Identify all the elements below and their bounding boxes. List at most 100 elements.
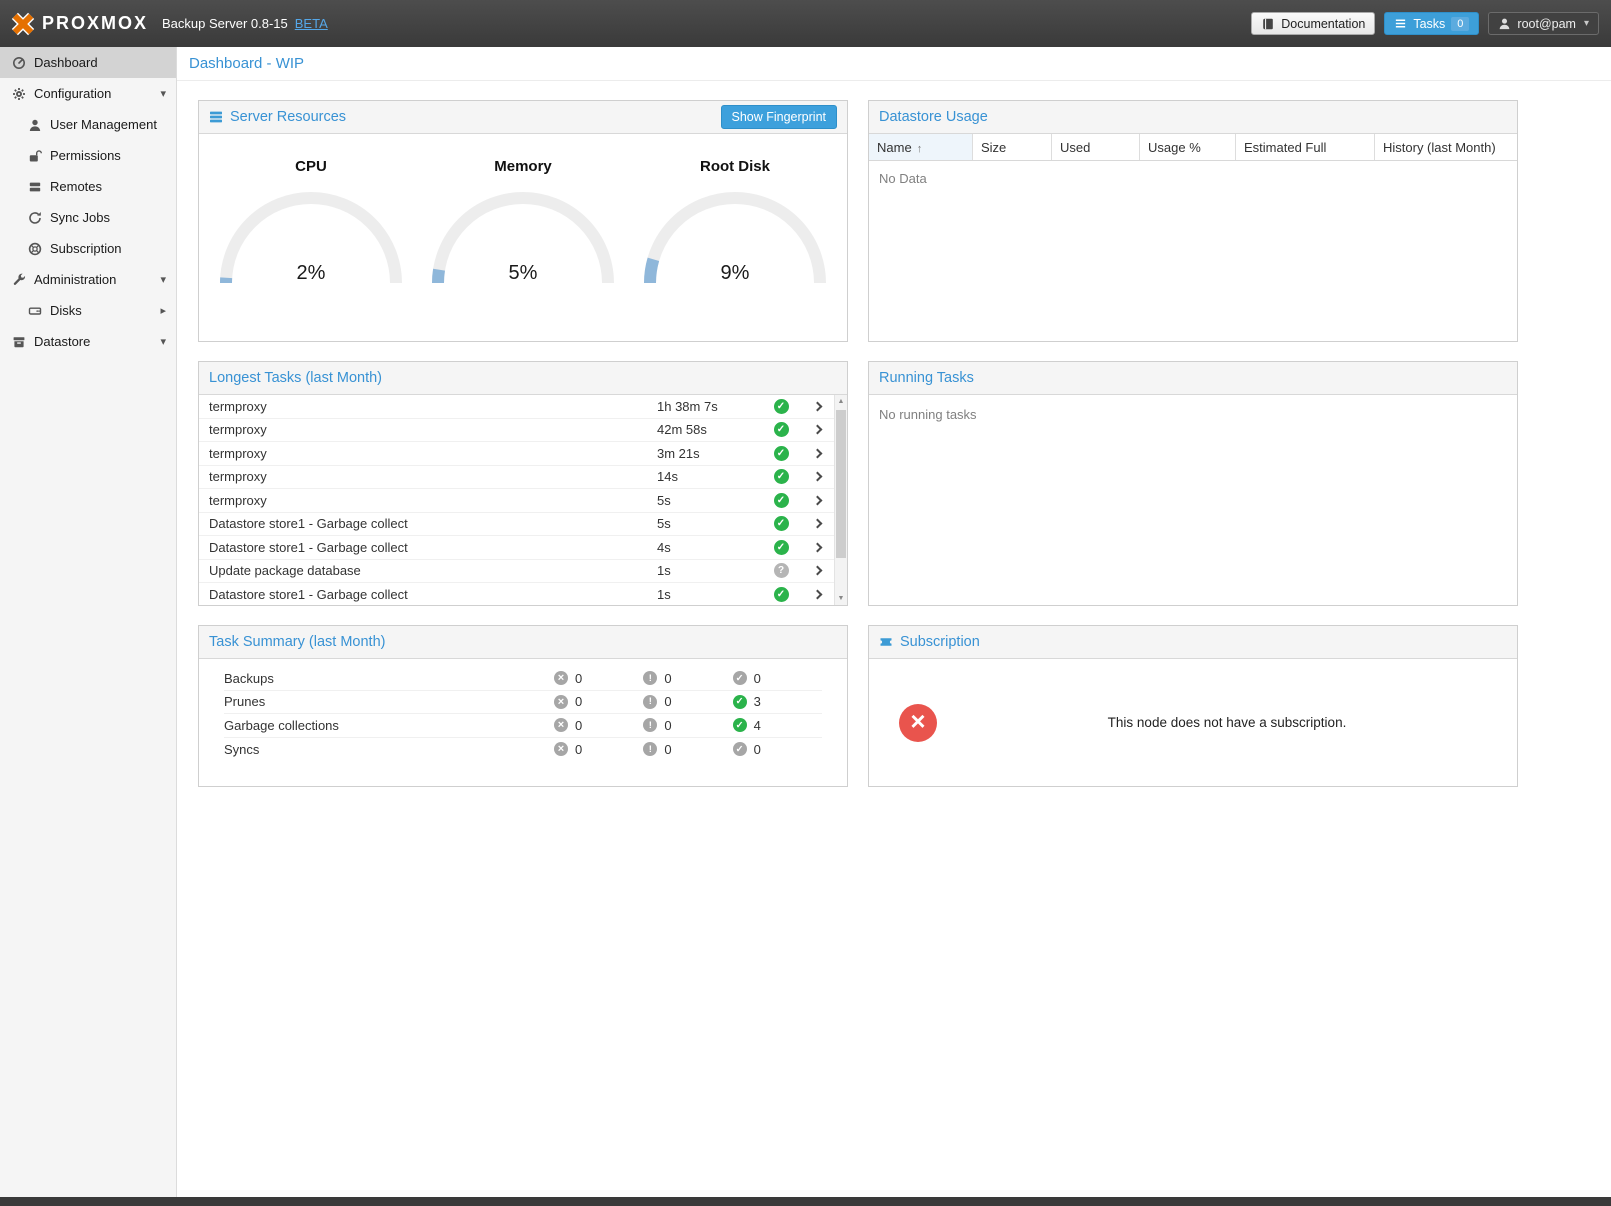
task-status-icon	[774, 587, 789, 602]
scroll-up-button[interactable]	[835, 395, 847, 408]
user-icon	[28, 118, 42, 132]
chevron-right-icon[interactable]	[160, 304, 166, 317]
brand-wordmark: PROXMOX	[42, 13, 148, 34]
ok-count: 4	[754, 718, 761, 733]
sidebar-item-label: Subscription	[50, 241, 122, 256]
task-row[interactable]: termproxy 14s	[199, 466, 834, 490]
task-row[interactable]: termproxy 42m 58s	[199, 419, 834, 443]
server-resources-panel: Server Resources Show Fingerprint CPU 2%	[198, 100, 848, 342]
task-summary-header: Task Summary (last Month)	[199, 626, 847, 659]
chevron-right-icon	[812, 472, 822, 482]
task-row[interactable]: termproxy 5s	[199, 489, 834, 513]
task-row[interactable]: Update package database 1s	[199, 560, 834, 584]
warning-icon	[643, 718, 657, 732]
task-name: Datastore store1 - Garbage collect	[209, 516, 657, 531]
sidebar-item-user-management[interactable]: User Management	[0, 109, 176, 140]
chevron-down-icon[interactable]	[160, 273, 166, 286]
chevron-right-icon	[812, 566, 822, 576]
column-header-usage-pct[interactable]: Usage %	[1140, 134, 1236, 160]
task-row[interactable]: Datastore store1 - Garbage collect 5s	[199, 513, 834, 537]
sidebar-item-sync-jobs[interactable]: Sync Jobs	[0, 202, 176, 233]
top-bar: PROXMOX Backup Server 0.8-15 BETA Docume…	[0, 0, 1611, 47]
open-task-button[interactable]	[800, 497, 834, 504]
chevron-down-icon[interactable]	[160, 335, 166, 348]
scrollbar[interactable]	[834, 395, 847, 605]
sidebar-item-dashboard[interactable]: Dashboard	[0, 47, 176, 78]
column-header-history[interactable]: History (last Month)	[1375, 134, 1517, 160]
sidebar: Dashboard Configuration User Management …	[0, 47, 177, 1197]
summary-label: Syncs	[224, 742, 554, 757]
ok-icon	[733, 695, 747, 709]
sidebar-item-administration[interactable]: Administration	[0, 264, 176, 295]
summary-row-prunes[interactable]: Prunes 0 0 3	[224, 691, 822, 715]
task-summary-panel: Task Summary (last Month) Backups 0 0 0 …	[198, 625, 848, 787]
task-row[interactable]: Datastore store1 - Garbage collect 4s	[199, 536, 834, 560]
ok-count: 0	[754, 742, 761, 757]
datastore-usage-columns: Name Size Used Usage % Estimated Full Hi…	[869, 134, 1517, 161]
panel-title: Subscription	[900, 634, 980, 650]
task-name: termproxy	[209, 399, 657, 414]
open-task-button[interactable]	[800, 544, 834, 551]
documentation-button[interactable]: Documentation	[1251, 12, 1375, 35]
chevron-down-icon[interactable]	[160, 87, 166, 100]
tasks-button[interactable]: Tasks 0	[1384, 12, 1479, 35]
task-status-icon	[774, 540, 789, 555]
column-header-name[interactable]: Name	[869, 134, 973, 160]
ok-icon	[733, 718, 747, 732]
proxmox-x-icon	[10, 11, 36, 37]
sidebar-item-disks[interactable]: Disks	[0, 295, 176, 326]
sidebar-item-subscription[interactable]: Subscription	[0, 233, 176, 264]
warning-count: 0	[664, 742, 671, 757]
gauge-label: CPU	[211, 158, 411, 175]
task-duration: 1s	[657, 563, 762, 578]
open-task-button[interactable]	[800, 450, 834, 457]
task-row[interactable]: termproxy 1h 38m 7s	[199, 395, 834, 419]
sidebar-item-permissions[interactable]: Permissions	[0, 140, 176, 171]
no-subscription-icon	[899, 704, 937, 742]
sidebar-item-datastore[interactable]: Datastore	[0, 326, 176, 357]
task-name: termproxy	[209, 422, 657, 437]
subscription-message: This node does not have a subscription.	[937, 715, 1517, 730]
task-duration: 5s	[657, 516, 762, 531]
gauge-value: 5%	[430, 262, 616, 285]
open-task-button[interactable]	[800, 567, 834, 574]
open-task-button[interactable]	[800, 426, 834, 433]
open-task-button[interactable]	[800, 403, 834, 410]
tasks-label: Tasks	[1413, 17, 1445, 31]
scrollbar-thumb[interactable]	[836, 410, 846, 558]
sidebar-item-label: Disks	[50, 303, 82, 318]
open-task-button[interactable]	[800, 591, 834, 598]
chevron-right-icon	[812, 425, 822, 435]
summary-row-garbage-collections[interactable]: Garbage collections 0 0 4	[224, 714, 822, 738]
task-row[interactable]: termproxy 3m 21s	[199, 442, 834, 466]
panel-title: Task Summary (last Month)	[209, 634, 385, 650]
scroll-down-button[interactable]	[835, 592, 847, 605]
show-fingerprint-button[interactable]: Show Fingerprint	[721, 105, 838, 129]
chevron-right-icon	[812, 519, 822, 529]
summary-row-syncs[interactable]: Syncs 0 0 0	[224, 738, 822, 762]
ticket-icon	[879, 635, 893, 649]
main-content: Dashboard - WIP Server Resources Show Fi…	[177, 47, 1611, 1197]
life-ring-icon	[28, 242, 42, 256]
sidebar-item-label: Datastore	[34, 334, 90, 349]
beta-link[interactable]: BETA	[295, 16, 328, 31]
sidebar-item-configuration[interactable]: Configuration	[0, 78, 176, 109]
task-status-icon	[774, 516, 789, 531]
summary-row-backups[interactable]: Backups 0 0 0	[224, 667, 822, 691]
chevron-right-icon	[812, 495, 822, 505]
open-task-button[interactable]	[800, 473, 834, 480]
task-row[interactable]: Datastore store1 - Garbage collect 1s	[199, 583, 834, 605]
page-title: Dashboard - WIP	[189, 55, 304, 72]
column-header-estimated-full[interactable]: Estimated Full	[1236, 134, 1375, 160]
user-menu-button[interactable]: root@pam	[1488, 12, 1599, 35]
column-header-used[interactable]: Used	[1052, 134, 1140, 160]
task-duration: 1s	[657, 587, 762, 602]
task-list-icon	[1394, 17, 1407, 30]
sidebar-item-remotes[interactable]: Remotes	[0, 171, 176, 202]
task-name: Datastore store1 - Garbage collect	[209, 540, 657, 555]
task-status-icon	[774, 469, 789, 484]
column-header-size[interactable]: Size	[973, 134, 1052, 160]
summary-label: Backups	[224, 671, 554, 686]
open-task-button[interactable]	[800, 520, 834, 527]
task-name: termproxy	[209, 469, 657, 484]
